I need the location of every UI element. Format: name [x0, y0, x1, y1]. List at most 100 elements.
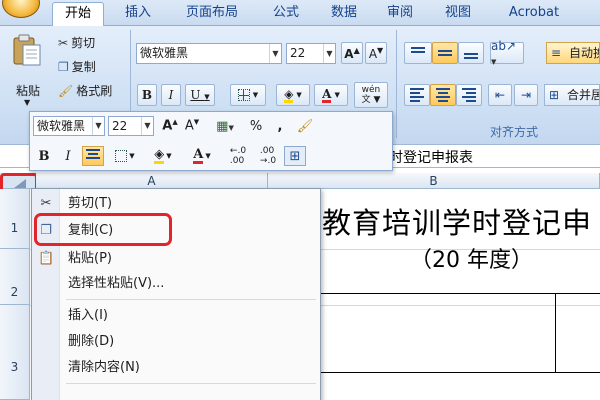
paste-icon: 📋	[38, 251, 55, 266]
menu-item-clear-contents[interactable]: 清除内容(N)	[32, 357, 320, 379]
tab-acrobat[interactable]: Acrobat	[494, 2, 574, 26]
phonetic-icon: wén 文 ▼	[361, 85, 381, 105]
percent-style-icon: %	[249, 118, 263, 134]
mini-toolbar: 微软雅黑 ▼ 22 ▼ A▲ A▼ ▦▼ % , 🖌 B I ▼ ◈ ▼ A ▼ ←…	[29, 111, 393, 171]
align-left-button[interactable]	[404, 84, 430, 106]
phonetic-button[interactable]: wén 文 ▼	[354, 82, 388, 108]
chevron-down-icon: ▼	[24, 98, 31, 107]
mini-decrease-decimal-button[interactable]: .00 →.0	[254, 146, 282, 166]
font-name-select[interactable]: 微软雅黑 ▼	[136, 43, 282, 64]
font-size-select[interactable]: 22 ▼	[286, 43, 336, 64]
borders-button[interactable]: ▼	[230, 84, 266, 106]
align-middle-button[interactable]	[432, 42, 458, 64]
menu-item-paste[interactable]: 📋 粘贴(P)	[32, 248, 320, 270]
orientation-button[interactable]: ab↗ ▼	[490, 39, 524, 66]
menu-item-cut[interactable]: ✂ 剪切(T)	[32, 193, 320, 215]
mini-grow-font-button[interactable]: A▲	[160, 116, 180, 136]
scissors-icon: ✂	[40, 196, 52, 211]
decrease-indent-icon: ⇤	[494, 88, 506, 102]
copy-button[interactable]: ❐ 复制	[58, 58, 96, 75]
align-right-button[interactable]	[456, 84, 482, 106]
chevron-down-icon: ▼	[205, 152, 211, 160]
mini-bold-button[interactable]: B	[34, 146, 54, 166]
tab-page-layout[interactable]: 页面布局	[172, 2, 252, 26]
italic-button[interactable]: I	[161, 84, 181, 106]
sheet-title: 部教育培训学时登记申	[292, 206, 593, 240]
font-color-button[interactable]: A ▼	[314, 84, 348, 106]
format-painter-button[interactable]: 🖌 格式刷	[58, 82, 112, 99]
merge-cells-icon: ⊞	[549, 88, 560, 102]
bold-button[interactable]: B	[137, 84, 157, 106]
bold-icon: B	[141, 88, 153, 102]
mini-comma-button[interactable]: ,	[270, 116, 290, 136]
row-header-2[interactable]: 2	[0, 249, 30, 305]
mini-font-name-select[interactable]: 微软雅黑 ▼	[33, 116, 105, 136]
align-bottom-icon	[460, 43, 482, 63]
menu-item-delete-label: 删除(D)	[68, 334, 115, 349]
tab-home[interactable]: 开始	[52, 2, 104, 27]
chevron-down-icon: ▼	[252, 91, 259, 99]
tab-data[interactable]: 数据	[320, 2, 368, 26]
column-header-b[interactable]: B	[268, 173, 600, 189]
tab-review[interactable]: 审阅	[376, 2, 424, 26]
mini-shrink-font-button[interactable]: A▼	[182, 116, 202, 136]
format-painter-icon: 🖌	[58, 83, 74, 98]
align-top-icon	[407, 43, 429, 63]
mini-increase-decimal-button[interactable]: ←.0.00	[224, 146, 252, 166]
menu-item-paste-special[interactable]: 选择性粘贴(V)...	[32, 273, 320, 295]
underline-icon: U ▼	[190, 88, 210, 102]
table-cell-border	[555, 293, 600, 373]
mini-font-size-select[interactable]: 22 ▼	[108, 116, 154, 136]
cut-button[interactable]: ✂ 剪切	[58, 34, 95, 51]
increase-indent-button[interactable]: ⇥	[514, 84, 538, 106]
align-bottom-button[interactable]	[458, 42, 484, 64]
shrink-font-button[interactable]: A▼	[365, 42, 387, 64]
menu-item-paste-special-label: 选择性粘贴(V)...	[68, 276, 165, 291]
menu-item-delete[interactable]: 删除(D)	[32, 331, 320, 353]
mini-accounting-format-button[interactable]: ▦▼	[208, 116, 242, 136]
column-header-a[interactable]: A	[36, 173, 268, 189]
mini-font-name-value: 微软雅黑	[37, 119, 86, 133]
office-button[interactable]	[2, 0, 40, 18]
borders-icon	[237, 89, 250, 101]
mini-percent-button[interactable]: %	[246, 116, 266, 136]
wrap-text-label: 自动换	[569, 46, 599, 60]
mini-borders-button[interactable]: ▼	[110, 146, 140, 166]
mini-fill-color-button[interactable]: ◈ ▼	[146, 146, 180, 166]
tab-insert[interactable]: 插入	[114, 2, 162, 26]
merge-center-button[interactable]: ⊞ 合并居	[544, 84, 600, 106]
paste-button[interactable]: 粘贴 ▼	[6, 32, 46, 112]
scissors-icon: ✂	[58, 35, 69, 50]
tab-view[interactable]: 视图	[434, 2, 482, 26]
grow-font-icon: A▲	[162, 118, 178, 134]
tab-formulas[interactable]: 公式	[262, 2, 310, 26]
underline-button[interactable]: U ▼	[185, 84, 215, 106]
menu-item-insert-label: 插入(I)	[68, 308, 108, 323]
mini-font-color-button[interactable]: A ▼	[186, 146, 218, 166]
align-left-icon	[406, 85, 428, 105]
wrap-text-icon: ≡	[551, 46, 562, 60]
menu-item-insert[interactable]: 插入(I)	[32, 305, 320, 327]
mini-italic-button[interactable]: I	[58, 146, 78, 166]
align-center-icon	[82, 146, 104, 166]
chevron-down-icon: ▼	[296, 91, 302, 99]
wrap-text-button[interactable]: ≡ 自动换	[546, 42, 600, 64]
chevron-down-icon: ▼	[334, 91, 340, 99]
align-center-button[interactable]	[430, 84, 456, 106]
merge-cells-icon: ⊞	[289, 148, 301, 164]
decrease-indent-button[interactable]: ⇤	[488, 84, 512, 106]
row-header-3[interactable]: 3	[0, 305, 30, 400]
borders-icon	[115, 150, 128, 162]
mini-center-button[interactable]	[82, 146, 104, 166]
chevron-down-icon: ▼	[92, 117, 104, 135]
chevron-down-icon: ▼	[323, 44, 335, 63]
mini-format-painter-button[interactable]: 🖌	[294, 116, 316, 136]
ribbon-tab-bar: 开始 插入 页面布局 公式 数据 审阅 视图 Acrobat	[0, 0, 600, 27]
fill-color-button[interactable]: ◈ ▼	[276, 84, 310, 106]
mini-merge-button[interactable]: ⊞	[284, 146, 306, 166]
paint-bucket-icon: ◈	[154, 146, 165, 164]
grow-font-button[interactable]: A▲	[341, 42, 363, 64]
row-header-1[interactable]: 1	[0, 189, 30, 249]
align-top-button[interactable]	[404, 42, 432, 64]
chevron-down-icon: ▼	[129, 152, 135, 160]
